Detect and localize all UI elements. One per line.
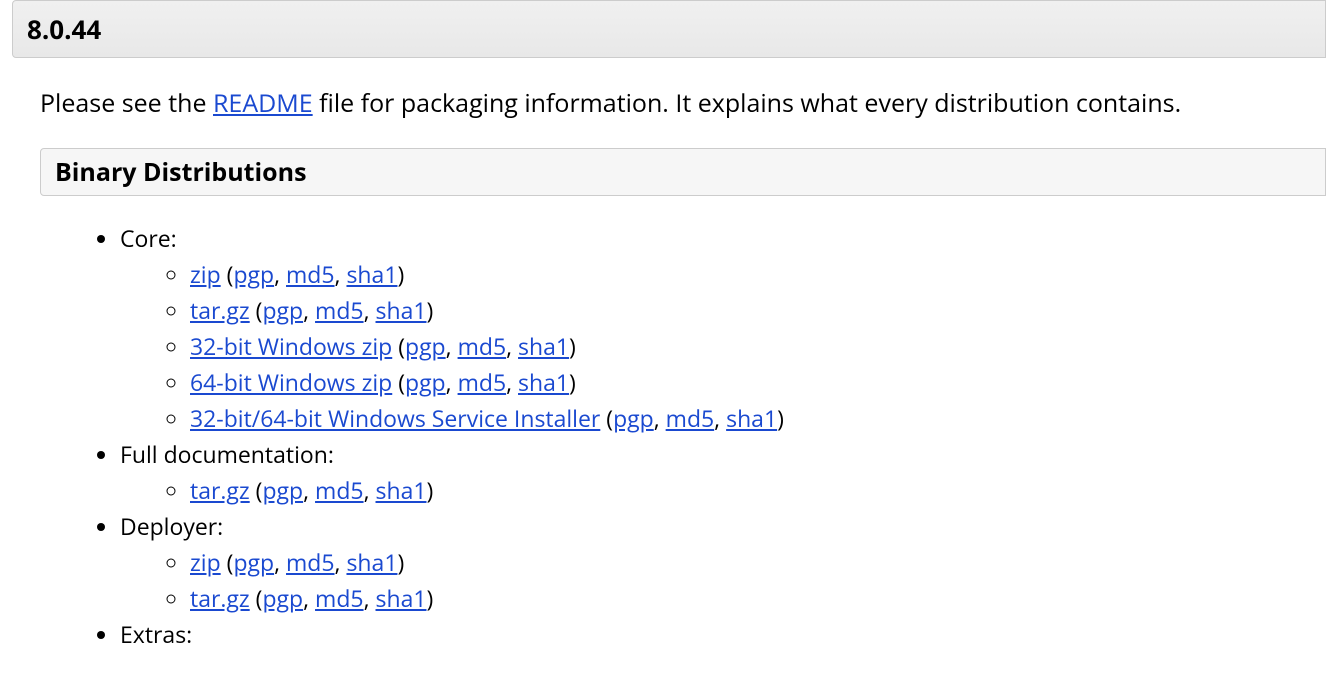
signature-link-sha1[interactable]: sha1 xyxy=(346,258,397,290)
group-label: Deployer: xyxy=(120,510,223,542)
signature-link-sha1[interactable]: sha1 xyxy=(376,582,427,614)
paren-close: ) xyxy=(427,582,434,614)
paren-close: ) xyxy=(569,330,576,362)
paren-close: ) xyxy=(777,402,784,434)
download-item: 64-bit Windows zip (pgp, md5, sha1) xyxy=(190,366,1326,398)
version-header: 8.0.44 xyxy=(12,0,1326,58)
separator: , xyxy=(364,582,376,614)
group-label: Full documentation: xyxy=(120,438,334,470)
paren-close: ) xyxy=(427,294,434,326)
group-label: Core: xyxy=(120,222,177,254)
signature-link-md5[interactable]: md5 xyxy=(286,546,335,578)
download-link[interactable]: 32-bit/64-bit Windows Service Installer xyxy=(190,402,600,434)
download-list: zip (pgp, md5, sha1)tar.gz (pgp, md5, sh… xyxy=(150,258,1326,434)
separator: , xyxy=(364,294,376,326)
readme-link[interactable]: README xyxy=(213,86,313,120)
download-item: zip (pgp, md5, sha1) xyxy=(190,546,1326,578)
separator: , xyxy=(446,330,458,362)
download-list: zip (pgp, md5, sha1)tar.gz (pgp, md5, sh… xyxy=(150,546,1326,614)
separator: , xyxy=(274,546,286,578)
separator: , xyxy=(303,294,315,326)
separator: , xyxy=(506,366,518,398)
section-header: Binary Distributions xyxy=(40,148,1326,196)
download-link[interactable]: tar.gz xyxy=(190,474,250,506)
separator: , xyxy=(714,402,726,434)
download-link[interactable]: 32-bit Windows zip xyxy=(190,330,392,362)
distribution-groups: Core:zip (pgp, md5, sha1)tar.gz (pgp, md… xyxy=(80,222,1326,650)
signature-link-pgp[interactable]: pgp xyxy=(233,258,274,290)
separator: , xyxy=(446,366,458,398)
group-label: Extras: xyxy=(120,618,192,650)
signature-link-md5[interactable]: md5 xyxy=(458,330,507,362)
separator: , xyxy=(654,402,666,434)
signature-link-sha1[interactable]: sha1 xyxy=(346,546,397,578)
intro-suffix: file for packaging information. It expla… xyxy=(313,86,1182,120)
signature-link-md5[interactable]: md5 xyxy=(315,294,364,326)
separator: , xyxy=(274,258,286,290)
separator: , xyxy=(303,474,315,506)
download-link[interactable]: tar.gz xyxy=(190,294,250,326)
paren-open: ( xyxy=(250,582,263,614)
paren-close: ) xyxy=(569,366,576,398)
download-item: tar.gz (pgp, md5, sha1) xyxy=(190,474,1326,506)
paren-close: ) xyxy=(427,474,434,506)
separator: , xyxy=(303,582,315,614)
paren-open: ( xyxy=(250,294,263,326)
download-list: tar.gz (pgp, md5, sha1) xyxy=(150,474,1326,506)
signature-link-pgp[interactable]: pgp xyxy=(262,474,303,506)
paren-open: ( xyxy=(221,258,234,290)
signature-link-pgp[interactable]: pgp xyxy=(262,582,303,614)
group-item: Extras: xyxy=(120,618,1326,650)
section-title: Binary Distributions xyxy=(55,155,307,189)
signature-link-pgp[interactable]: pgp xyxy=(405,366,446,398)
intro-prefix: Please see the xyxy=(40,86,213,120)
download-item: zip (pgp, md5, sha1) xyxy=(190,258,1326,290)
paren-close: ) xyxy=(397,258,404,290)
group-item: Deployer:zip (pgp, md5, sha1)tar.gz (pgp… xyxy=(120,510,1326,614)
signature-link-sha1[interactable]: sha1 xyxy=(518,330,569,362)
separator: , xyxy=(364,474,376,506)
signature-link-pgp[interactable]: pgp xyxy=(262,294,303,326)
paren-open: ( xyxy=(392,366,405,398)
intro-paragraph: Please see the README file for packaging… xyxy=(40,86,1326,120)
version-number: 8.0.44 xyxy=(27,11,101,47)
signature-link-sha1[interactable]: sha1 xyxy=(376,474,427,506)
download-link[interactable]: tar.gz xyxy=(190,582,250,614)
signature-link-md5[interactable]: md5 xyxy=(286,258,335,290)
group-item: Core:zip (pgp, md5, sha1)tar.gz (pgp, md… xyxy=(120,222,1326,434)
signature-link-sha1[interactable]: sha1 xyxy=(376,294,427,326)
separator: , xyxy=(335,258,347,290)
separator: , xyxy=(335,546,347,578)
separator: , xyxy=(506,330,518,362)
signature-link-sha1[interactable]: sha1 xyxy=(726,402,777,434)
signature-link-pgp[interactable]: pgp xyxy=(233,546,274,578)
paren-close: ) xyxy=(397,546,404,578)
signature-link-md5[interactable]: md5 xyxy=(315,582,364,614)
signature-link-pgp[interactable]: pgp xyxy=(613,402,654,434)
paren-open: ( xyxy=(250,474,263,506)
paren-open: ( xyxy=(221,546,234,578)
signature-link-md5[interactable]: md5 xyxy=(315,474,364,506)
download-item: tar.gz (pgp, md5, sha1) xyxy=(190,294,1326,326)
download-link[interactable]: zip xyxy=(190,546,221,578)
download-link[interactable]: 64-bit Windows zip xyxy=(190,366,392,398)
group-item: Full documentation: tar.gz (pgp, md5, sha… xyxy=(120,438,1326,506)
signature-link-pgp[interactable]: pgp xyxy=(405,330,446,362)
download-item: 32-bit Windows zip (pgp, md5, sha1) xyxy=(190,330,1326,362)
signature-link-md5[interactable]: md5 xyxy=(666,402,715,434)
download-item: 32-bit/64-bit Windows Service Installer … xyxy=(190,402,1326,434)
signature-link-md5[interactable]: md5 xyxy=(458,366,507,398)
paren-open: ( xyxy=(600,402,613,434)
download-item: tar.gz (pgp, md5, sha1) xyxy=(190,582,1326,614)
paren-open: ( xyxy=(392,330,405,362)
download-link[interactable]: zip xyxy=(190,258,221,290)
signature-link-sha1[interactable]: sha1 xyxy=(518,366,569,398)
